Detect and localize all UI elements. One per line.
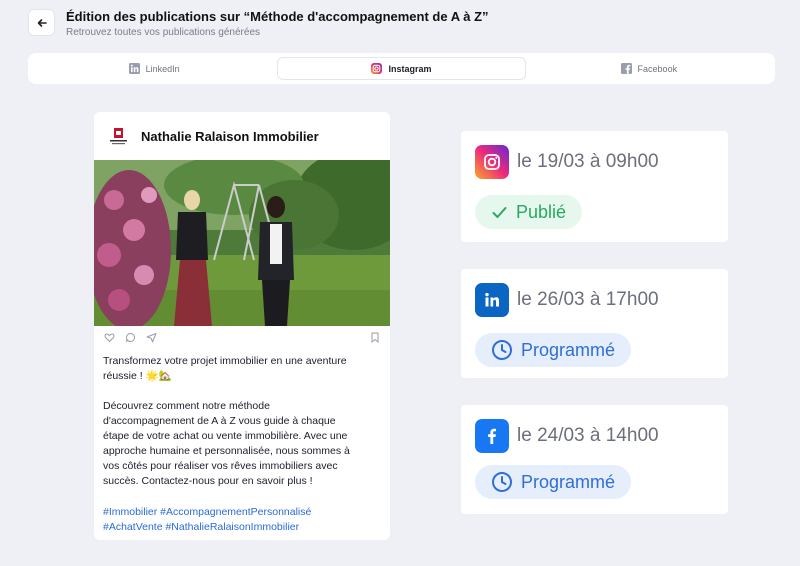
arrow-left-icon [37,18,47,27]
bookmark-icon[interactable] [370,332,380,343]
post-header: Nathalie Ralaison Immobilier [94,112,390,160]
schedule-card-linkedin[interactable]: le 26/03 à 17h00 Programmé [461,269,728,378]
back-button[interactable] [28,9,55,36]
post-preview-card: Nathalie Ralaison Immobilier Transformez… [94,112,390,540]
schedule-card-instagram[interactable]: le 19/03 à 09h00 Publié [461,131,728,242]
caption-paragraph: Découvrez comment notre méthode d'accomp… [103,400,350,487]
tab-facebook[interactable]: Facebook [526,57,772,80]
status-label: Programmé [521,339,616,360]
status-badge: Programmé [475,333,632,367]
facebook-icon [475,419,509,453]
share-icon[interactable] [146,332,157,343]
facebook-icon [620,63,632,74]
schedule-card-facebook[interactable]: le 24/03 à 14h00 Programmé [461,405,728,514]
clock-icon [492,472,512,492]
status-label: Publié [516,201,567,222]
post-actions [104,330,380,344]
comment-icon[interactable] [125,332,136,343]
page-subtitle: Retrouvez toutes vos publications généré… [66,27,261,38]
tab-linkedin[interactable]: LinkedIn [31,57,277,80]
clock-icon [492,340,512,360]
page-title: Édition des publications sur “Méthode d'… [66,9,489,24]
tab-label-instagram: Instagram [388,63,432,74]
network-tabs: LinkedIn Instagram Facebook [28,53,775,84]
post-author-name: Nathalie Ralaison Immobilier [141,128,319,144]
tab-label-linkedin: LinkedIn [145,63,180,74]
tab-label-facebook: Facebook [637,63,678,74]
caption-paragraph: Transformez votre projet immobilier en u… [103,355,347,382]
status-badge: Publié [475,195,583,229]
author-logo [110,127,127,145]
tab-instagram[interactable]: Instagram [277,57,526,80]
status-badge: Programmé [475,465,632,499]
post-hashtags: #Immobilier #AccompagnementPersonnalisé … [103,506,312,533]
post-photo[interactable] [94,160,390,326]
instagram-icon [371,63,383,74]
post-caption: Transformez votre projet immobilier en u… [103,354,383,504]
linkedin-icon [475,283,509,317]
instagram-icon [475,145,509,179]
schedule-date: le 19/03 à 09h00 [517,151,659,172]
schedule-date: le 24/03 à 14h00 [517,425,659,446]
status-label: Programmé [521,471,616,492]
heart-icon[interactable] [104,332,115,343]
linkedin-icon [128,63,140,74]
check-icon [492,206,507,218]
schedule-date: le 26/03 à 17h00 [517,289,659,310]
